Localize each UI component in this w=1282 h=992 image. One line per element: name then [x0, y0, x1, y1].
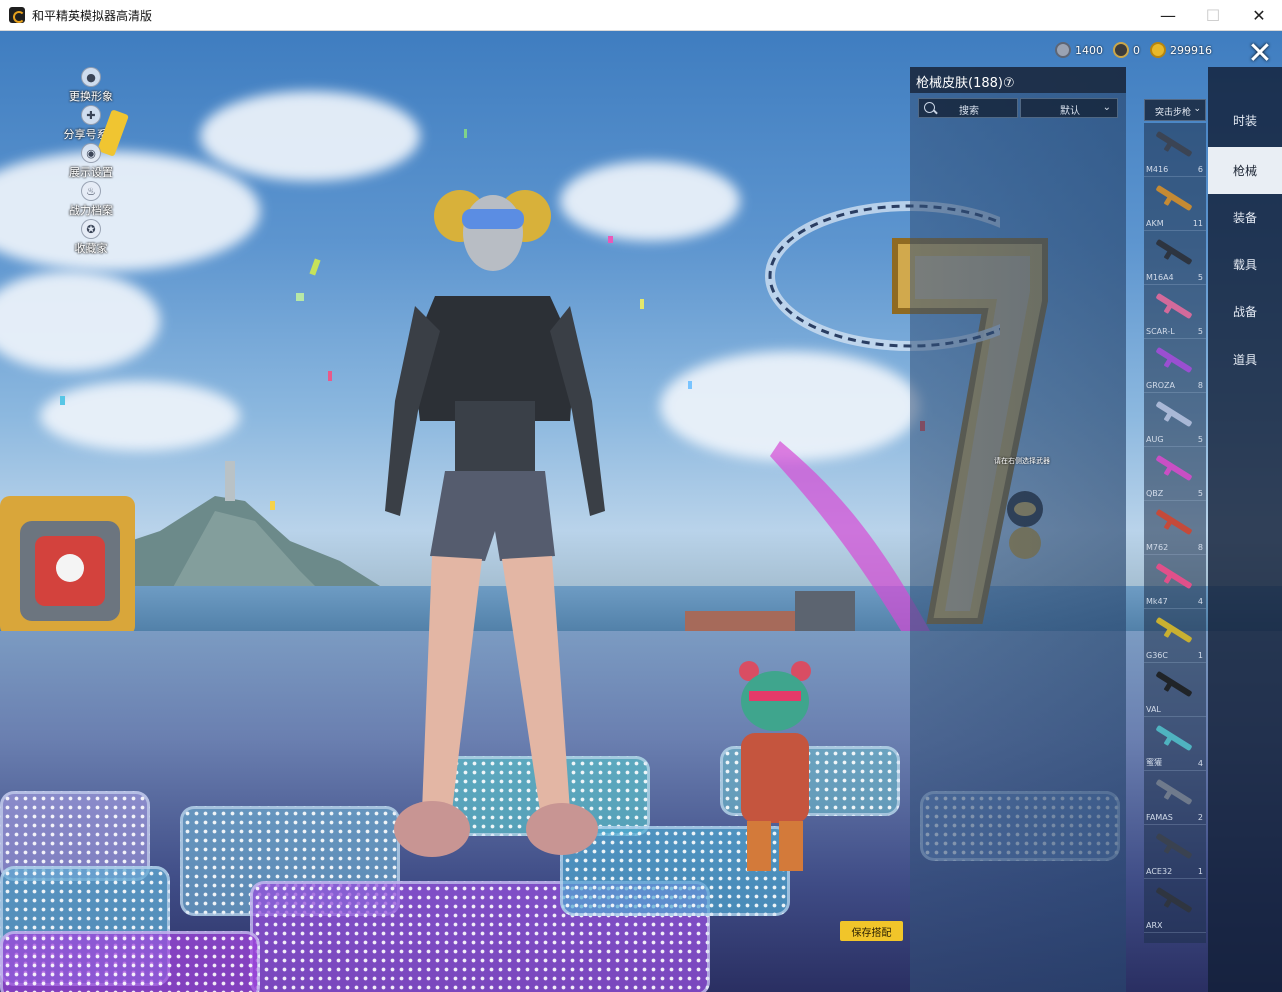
window-title: 和平精英模拟器高清版	[32, 8, 153, 23]
maximize-button[interactable]: ☐	[1190, 0, 1236, 30]
weapon-category-dropdown[interactable]: 突击步枪 ⌄	[1144, 99, 1206, 121]
confetti	[60, 396, 65, 405]
weapon-item-groza[interactable]: GROZA 8	[1144, 339, 1206, 393]
weapon-item-val[interactable]: VAL	[1144, 663, 1206, 717]
tab-outfit[interactable]: 时装	[1208, 97, 1282, 144]
currency-bar: 1400 0 299916	[1055, 41, 1222, 59]
confetti	[328, 371, 332, 381]
rifle-icon	[1155, 616, 1193, 644]
confetti	[688, 381, 692, 389]
weapon-item-honey-badger[interactable]: 蜜獾 4	[1144, 717, 1206, 771]
token-icon	[1113, 42, 1129, 58]
display-settings-button[interactable]: ◉ 展示设置	[56, 143, 126, 180]
rifle-icon	[1155, 238, 1193, 266]
rifle-icon	[1155, 562, 1193, 590]
skin-panel-title: 枪械皮肤(188)⑦	[916, 76, 1015, 91]
game-scene: ● 更换形象 ✚ 分享号系牌 ◉ 展示设置 ♨ 战力档案 ✪ 收藏家 1400 …	[0, 31, 1282, 992]
weapon-item-scar-l[interactable]: SCAR-L 5	[1144, 285, 1206, 339]
confetti	[270, 501, 275, 510]
combat-record-button[interactable]: ♨ 战力档案	[56, 181, 126, 218]
collector-button[interactable]: ✪ 收藏家	[56, 219, 126, 256]
weapon-item-m416[interactable]: M416 6	[1144, 123, 1206, 177]
weapon-skin-panel: 枪械皮肤(188)⑦ 搜索 默认 ⌄	[910, 67, 1126, 992]
rifle-icon	[1155, 400, 1193, 428]
rifle-icon	[1155, 184, 1193, 212]
tab-weapons[interactable]: 枪械	[1208, 147, 1282, 194]
chevron-down-icon: ⌄	[1193, 104, 1201, 114]
confetti	[296, 293, 304, 301]
weapon-item-famas[interactable]: FAMAS 2	[1144, 771, 1206, 825]
gold-coin-amount: 299916	[1170, 43, 1212, 57]
weapon-item-ace32[interactable]: ACE32 1	[1144, 825, 1206, 879]
medal-icon: ✪	[81, 219, 101, 239]
weapon-item-g36c[interactable]: G36C 1	[1144, 609, 1206, 663]
rifle-icon	[1155, 130, 1193, 158]
sort-dropdown[interactable]: 默认 ⌄	[1020, 98, 1118, 118]
weapon-item-m16a4[interactable]: M16A4 5	[1144, 231, 1206, 285]
rifle-icon	[1155, 724, 1193, 752]
save-outfit-button[interactable]: 保存搭配	[840, 921, 903, 941]
rifle-icon	[1155, 832, 1193, 860]
eye-icon: ◉	[81, 143, 101, 163]
minimize-button[interactable]: —	[1145, 0, 1191, 30]
cloud	[0, 271, 160, 371]
weapon-item-m762[interactable]: M762 8	[1144, 501, 1206, 555]
player-character	[385, 190, 605, 857]
chevron-down-icon: ⌄	[1102, 102, 1111, 113]
skin-panel-header: 枪械皮肤(188)⑦	[910, 67, 1126, 93]
silver-coin-icon	[1055, 42, 1071, 58]
floor-tile	[0, 931, 260, 992]
person-icon: ●	[81, 67, 101, 87]
confetti	[464, 129, 467, 138]
title-bar: 和平精英模拟器高清版 — ☐ ✕	[0, 0, 1282, 31]
weapon-list: M416 6 AKM 11 M16A4 5 SCAR-L 5 GROZA 8 A…	[1144, 123, 1206, 943]
arcade-building	[0, 496, 135, 636]
gold-coin-icon	[1150, 42, 1166, 58]
rifle-icon	[1155, 886, 1193, 914]
change-avatar-button[interactable]: ● 更换形象	[56, 67, 126, 104]
category-nav: 时装 枪械 装备 载具 战备 道具	[1208, 67, 1282, 992]
tab-items[interactable]: 道具	[1208, 336, 1282, 383]
token-amount: 0	[1133, 43, 1140, 57]
weapon-item-aug[interactable]: AUG 5	[1144, 393, 1206, 447]
cloud	[200, 91, 420, 181]
weapon-item-arx[interactable]: ARX	[1144, 879, 1206, 933]
rifle-icon	[1155, 346, 1193, 374]
tab-battle-gear[interactable]: 战备	[1208, 288, 1282, 335]
close-icon[interactable]: ✕	[1243, 39, 1277, 69]
confetti	[608, 236, 613, 243]
confetti	[309, 258, 321, 276]
rifle-icon	[1155, 670, 1193, 698]
tab-vehicles[interactable]: 载具	[1208, 241, 1282, 288]
flame-icon: ♨	[81, 181, 101, 201]
weapon-item-mk47[interactable]: Mk47 4	[1144, 555, 1206, 609]
rifle-icon	[1155, 508, 1193, 536]
rifle-icon	[1155, 778, 1193, 806]
weapon-item-qbz[interactable]: QBZ 5	[1144, 447, 1206, 501]
rifle-icon	[1155, 292, 1193, 320]
app-window: 和平精英模拟器高清版 — ☐ ✕ ● 更换形象 ✚ 分享号系牌 ◉ 展示设置 ♨…	[0, 0, 1282, 992]
tab-equipment[interactable]: 装备	[1208, 194, 1282, 241]
confetti	[640, 299, 644, 309]
weapon-item-akm[interactable]: AKM 11	[1144, 177, 1206, 231]
silver-coin-amount: 1400	[1075, 43, 1103, 57]
close-window-button[interactable]: ✕	[1236, 0, 1282, 30]
rifle-icon	[1155, 454, 1193, 482]
skin-search-button[interactable]: 搜索	[918, 98, 1018, 118]
select-weapon-hint: 请在右侧选择武器	[994, 457, 1050, 465]
share-icon: ✚	[81, 105, 101, 125]
cloud	[40, 381, 240, 451]
app-logo-icon	[9, 7, 25, 23]
bear-companion	[739, 661, 811, 871]
cloud	[0, 151, 260, 271]
